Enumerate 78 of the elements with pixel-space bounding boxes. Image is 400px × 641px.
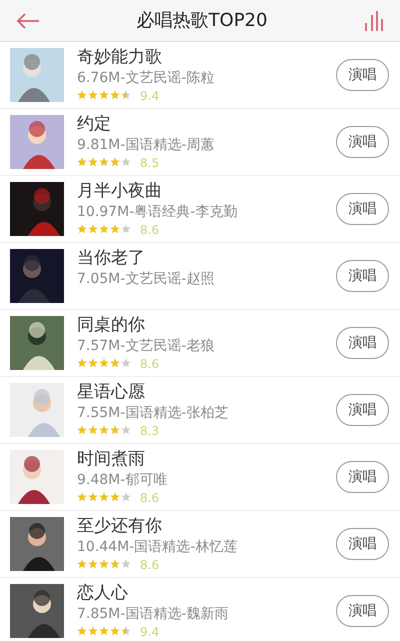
star-icon [121,425,132,437]
song-info: 7.85M-国语精选-魏新雨 [77,605,230,624]
star-icon [77,626,88,638]
rating-score: 8.3 [140,423,160,440]
star-icon [88,559,99,571]
song-title: 至少还有你 [77,515,163,537]
song-info: 10.44M-国语精选-林忆莲 [77,538,238,557]
song-info: 7.05M-文艺民谣-赵照 [77,270,216,289]
star-icon [77,358,88,370]
star-icon [99,157,110,169]
star-icon [110,492,121,504]
star-icon [99,559,110,571]
rating-score: 9.4 [140,624,160,641]
star-icon [121,224,132,236]
song-info: 9.48M-郁可唯 [77,471,168,490]
rating-score: 8.6 [140,557,160,574]
star-icon [77,90,88,102]
star-icon [121,358,132,370]
star-icon [110,157,121,169]
star-icon [77,157,88,169]
star-icon [77,425,88,437]
star-icon [99,358,110,370]
song-title: 星语心愿 [77,381,146,403]
rating-score: 8.6 [140,222,160,239]
song-title: 当你老了 [77,247,146,269]
star-icon [88,90,99,102]
song-info: 6.76M-文艺民谣-陈粒 [77,69,216,88]
star-icon [77,224,88,236]
star-icon [88,626,99,638]
song-title: 奇妙能力歌 [77,46,163,68]
sing-button[interactable]: 演唱 [336,59,389,91]
star-icon [121,90,132,102]
song-title: 同桌的你 [77,314,146,336]
song-info: 7.55M-国语精选-张柏芝 [77,404,230,423]
star-icon [88,492,99,504]
rating-score: 8.5 [140,155,160,172]
star-icon [99,90,110,102]
back-arrow-icon[interactable] [16,12,40,28]
song-title: 时间煮雨 [77,448,146,470]
rating-score: 8.6 [140,356,160,373]
star-icon [110,626,121,638]
star-icon [121,626,132,638]
star-icon [110,224,121,236]
sing-button[interactable]: 演唱 [336,595,389,627]
sing-button[interactable]: 演唱 [336,394,389,426]
sing-button[interactable]: 演唱 [336,193,389,225]
bar-chart-icon[interactable] [364,10,384,32]
rating-score: 9.4 [140,88,160,105]
song-info: 9.81M-国语精选-周蕙 [77,136,216,155]
song-title: 月半小夜曲 [77,180,163,202]
star-icon [121,157,132,169]
song-info: 10.97M-粤语经典-李克勤 [77,203,238,222]
sing-button[interactable]: 演唱 [336,126,389,158]
star-icon [110,90,121,102]
star-icon [110,559,121,571]
song-title: 恋人心 [77,582,129,604]
star-icon [77,559,88,571]
star-icon [110,425,121,437]
star-icon [88,224,99,236]
rating-score: 8.6 [140,490,160,507]
star-icon [99,224,110,236]
star-icon [88,425,99,437]
sing-button[interactable]: 演唱 [336,327,389,359]
star-icon [88,157,99,169]
star-icon [88,358,99,370]
sing-button[interactable]: 演唱 [336,528,389,560]
song-title: 约定 [77,113,112,135]
star-icon [121,492,132,504]
star-icon [121,559,132,571]
star-icon [99,626,110,638]
star-icon [99,492,110,504]
sing-button[interactable]: 演唱 [336,260,389,292]
song-info: 7.57M-文艺民谣-老狼 [77,337,216,356]
star-icon [77,492,88,504]
sing-button[interactable]: 演唱 [336,461,389,493]
page-title: 必唱热歌TOP20 [136,9,268,33]
star-icon [110,358,121,370]
star-icon [99,425,110,437]
